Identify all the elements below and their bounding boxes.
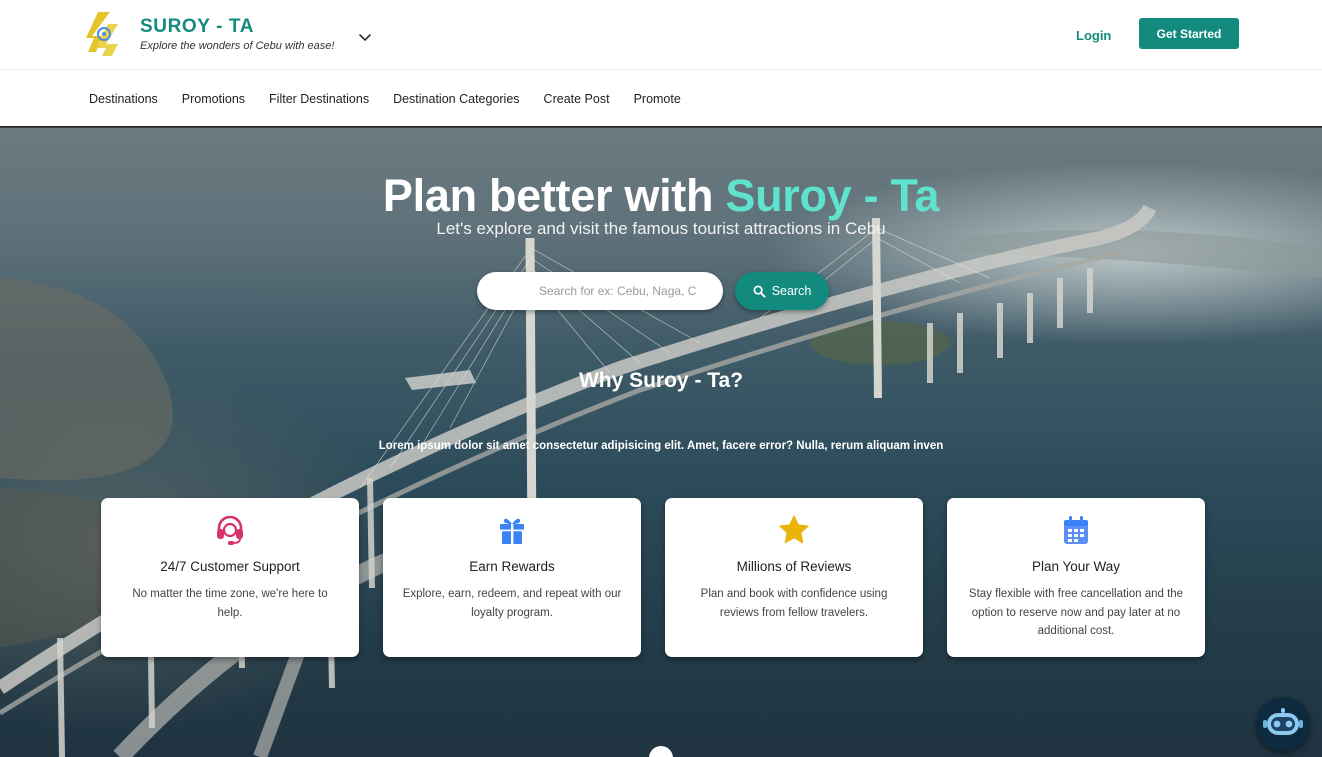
search-button[interactable]: Search xyxy=(735,272,829,310)
feature-card-rewards: Earn Rewards Explore, earn, redeem, and … xyxy=(383,498,641,657)
gift-icon xyxy=(500,518,524,544)
nav-item-filter-destinations[interactable]: Filter Destinations xyxy=(269,92,369,106)
nav-item-promote[interactable]: Promote xyxy=(634,92,681,106)
robot-icon xyxy=(1263,708,1303,735)
nav-item-destination-categories[interactable]: Destination Categories xyxy=(393,92,519,106)
feature-title: Plan Your Way xyxy=(1031,559,1121,574)
hero-title-main: Plan better with xyxy=(382,170,726,221)
hero-title: Plan better with Suroy - Ta xyxy=(0,170,1322,222)
get-started-button[interactable]: Get Started xyxy=(1139,18,1239,49)
headset-icon xyxy=(217,515,243,545)
search-button-label: Search xyxy=(771,284,812,298)
chevron-down-icon[interactable] xyxy=(357,29,373,45)
why-title: Why Suroy - Ta? xyxy=(578,369,744,392)
top-header: SUROY - TA Explore the wonders of Cebu w… xyxy=(0,0,1322,70)
brand-title[interactable]: SUROY - TA xyxy=(140,16,254,38)
brand-logo[interactable] xyxy=(84,10,124,58)
nav-item-create-post[interactable]: Create Post xyxy=(544,92,610,106)
feature-card-reviews: Millions of Reviews Plan and book with c… xyxy=(665,498,923,657)
why-description: Lorem ipsum dolor sit amet consectetur a… xyxy=(378,440,944,452)
feature-title: Earn Rewards xyxy=(469,559,555,574)
brand-tagline: Explore the wonders of Cebu with ease! xyxy=(140,40,335,52)
feature-title: 24/7 Customer Support xyxy=(160,559,300,574)
search-icon xyxy=(753,285,766,298)
feature-description: Stay flexible with free cancellation and… xyxy=(968,588,1184,637)
main-nav: Destinations Promotions Filter Destinati… xyxy=(0,71,1322,126)
feature-card-plan: Plan Your Way Stay flexible with free ca… xyxy=(947,498,1205,657)
feature-description: Plan and book with confidence using revi… xyxy=(700,588,888,619)
nav-item-promotions[interactable]: Promotions xyxy=(182,92,245,106)
search-input[interactable] xyxy=(477,272,723,310)
chatbot-button[interactable] xyxy=(1256,697,1310,751)
feature-title: Millions of Reviews xyxy=(736,559,852,574)
hero-subtitle: Let's explore and visit the famous touri… xyxy=(436,219,886,238)
nav-item-destinations[interactable]: Destinations xyxy=(89,92,158,106)
hero-title-accent: Suroy - Ta xyxy=(725,170,940,221)
login-link[interactable]: Login xyxy=(1064,26,1123,45)
feature-description: Explore, earn, redeem, and repeat with o… xyxy=(402,588,622,619)
feature-card-support: 24/7 Customer Support No matter the time… xyxy=(101,498,359,657)
star-icon xyxy=(779,515,809,544)
hero-section: Plan better with Suroy - Ta Let's explor… xyxy=(0,128,1322,757)
calendar-icon xyxy=(1064,516,1088,544)
feature-description: No matter the time zone, we're here to h… xyxy=(132,588,328,619)
